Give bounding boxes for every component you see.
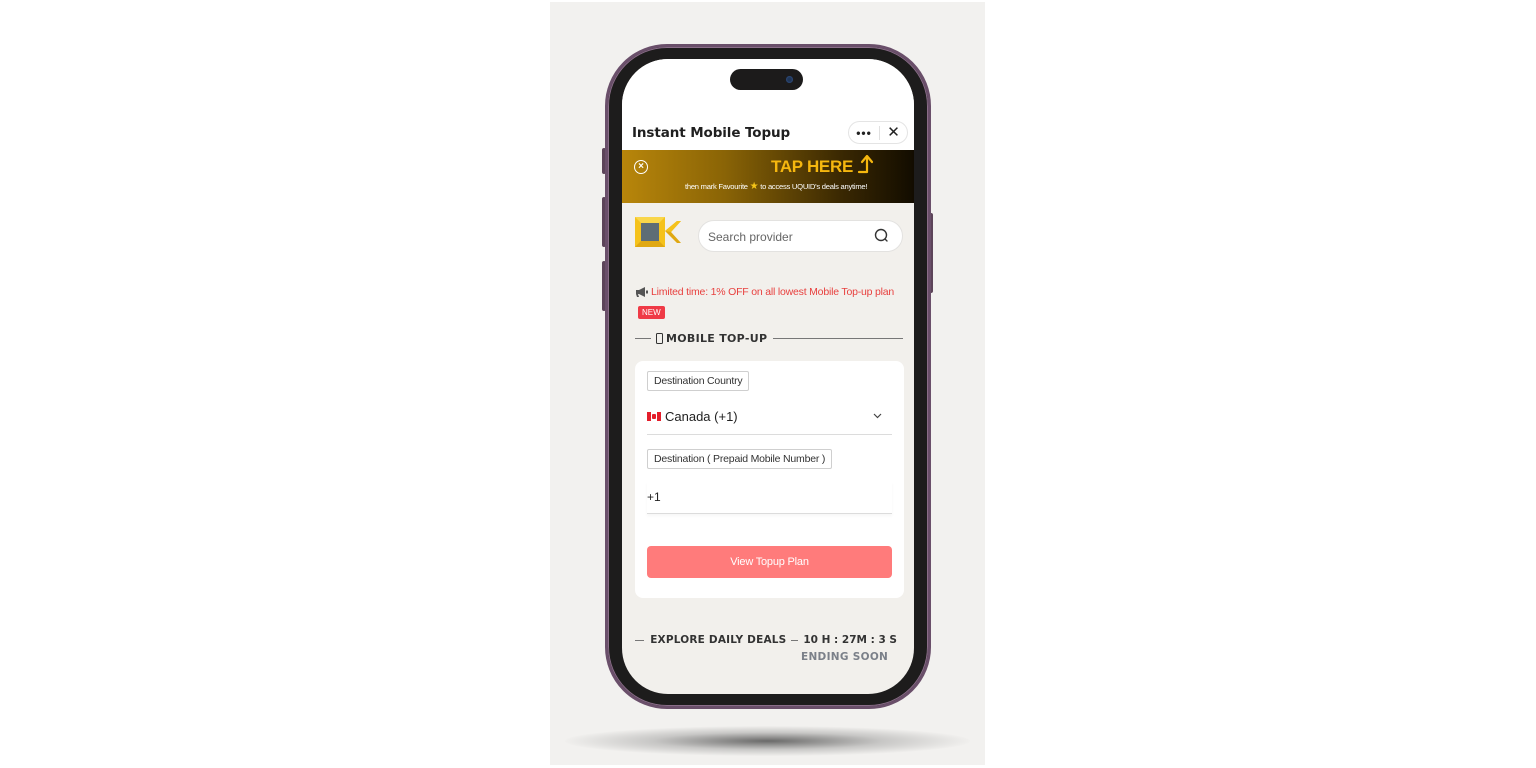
close-circle-icon[interactable]: × bbox=[634, 160, 648, 174]
banner-subtext-end: to access UQUID's deals anytime! bbox=[760, 182, 868, 191]
search-placeholder: Search provider bbox=[708, 230, 793, 244]
new-badge: NEW bbox=[638, 306, 665, 319]
divider-line bbox=[773, 337, 903, 339]
divider-line bbox=[791, 639, 799, 641]
chevron-down-icon[interactable] bbox=[873, 411, 882, 420]
phone-shadow bbox=[565, 726, 970, 756]
close-icon[interactable]: ✕ bbox=[880, 125, 907, 140]
brand-logo bbox=[635, 217, 681, 247]
promo-notice: Limited time: 1% OFF on all lowest Mobil… bbox=[635, 286, 894, 298]
view-topup-plan-button[interactable]: View Topup Plan bbox=[647, 546, 892, 578]
banner-subtext: then mark Favourite ★ to access UQUID's … bbox=[685, 181, 867, 192]
deals-title: EXPLORE DAILY DEALS bbox=[650, 634, 787, 646]
banner-subtext-start: then mark Favourite bbox=[685, 182, 748, 191]
search-provider-input[interactable]: Search provider bbox=[698, 220, 903, 252]
country-value: Canada (+1) bbox=[665, 409, 738, 424]
arrow-up-icon bbox=[857, 154, 874, 174]
mini-app-capsule: ••• ✕ bbox=[848, 121, 908, 144]
country-select[interactable]: Canada (+1) bbox=[647, 401, 892, 435]
daily-deals-header: EXPLORE DAILY DEALS 10 H : 27M : 3 S bbox=[635, 633, 904, 647]
destination-country-label: Destination Country bbox=[647, 371, 750, 391]
dynamic-island bbox=[730, 69, 803, 90]
mobile-topup-section-header: MOBILE TOP-UP bbox=[635, 331, 903, 345]
star-icon: ★ bbox=[749, 181, 759, 192]
destination-number-label: Destination ( Prepaid Mobile Number ) bbox=[647, 449, 833, 469]
promo-text: Limited time: 1% OFF on all lowest Mobil… bbox=[651, 286, 895, 298]
mobile-number-value: +1 bbox=[647, 490, 661, 504]
mobile-number-input[interactable]: +1 bbox=[647, 482, 892, 514]
canada-flag-icon bbox=[647, 412, 661, 421]
deals-status: ENDING SOON bbox=[801, 651, 889, 663]
more-options-icon[interactable]: ••• bbox=[849, 126, 879, 140]
app-title: Instant Mobile Topup bbox=[632, 125, 791, 141]
divider-line bbox=[635, 337, 651, 339]
banner-headline: TAP HERE bbox=[771, 157, 853, 176]
topup-form-card: Destination Country Canada (+1) Destinat… bbox=[635, 361, 904, 598]
search-icon[interactable] bbox=[874, 228, 890, 244]
deals-countdown: 10 H : 27M : 3 S bbox=[803, 634, 897, 646]
section-title: MOBILE TOP-UP bbox=[666, 331, 768, 345]
divider-line bbox=[635, 639, 645, 641]
favourite-banner[interactable]: × TAP HERE then mark Favourite ★ to acce… bbox=[622, 150, 914, 203]
camera-icon bbox=[786, 76, 793, 83]
mobile-phone-icon bbox=[656, 332, 663, 344]
phone-screen: Instant Mobile Topup ••• ✕ × TAP HERE th… bbox=[622, 59, 914, 694]
megaphone-icon bbox=[636, 287, 648, 297]
